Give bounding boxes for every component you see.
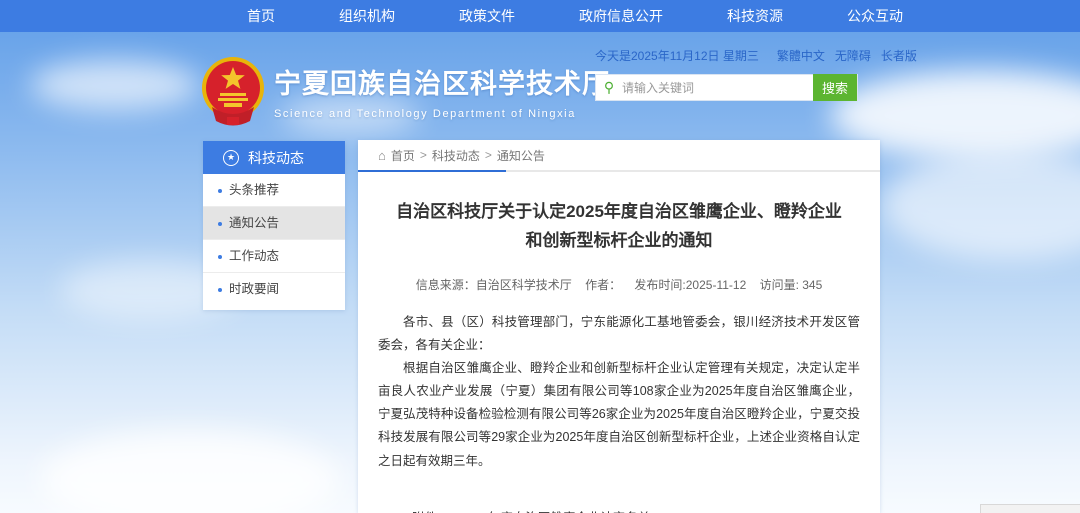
header-utilities: 今天是2025年11月12日 星期三 繁體中文 无障碍 长者版 ⚲ 搜索 xyxy=(595,47,865,101)
search-input[interactable] xyxy=(622,81,813,95)
breadcrumb-separator: > xyxy=(420,148,427,162)
article-title-line2: 和创新型标杆企业的通知 xyxy=(526,231,713,250)
breadcrumb-divider-accent xyxy=(358,170,506,172)
meta-author: 作者： xyxy=(585,278,621,292)
attachments-label: 附件： xyxy=(412,507,450,513)
home-icon: ⌂ xyxy=(378,148,386,163)
sidebar-item-label: 工作动态 xyxy=(229,249,279,263)
sidebar-title: 科技动态 xyxy=(248,148,304,168)
article-body: 各市、县（区）科技管理部门，宁东能源化工基地管委会，银川经济技术开发区管委会，各… xyxy=(378,311,860,473)
sidebar-item-work-news[interactable]: 工作动态 xyxy=(203,240,345,273)
breadcrumb-notices[interactable]: 通知公告 xyxy=(497,147,545,164)
breadcrumb-separator: > xyxy=(485,148,492,162)
search-button[interactable]: 搜索 xyxy=(813,74,857,101)
cloud-decoration xyxy=(880,150,1080,260)
star-circle-icon: ★ xyxy=(223,150,239,166)
today-date: 今天是2025年11月12日 星期三 xyxy=(595,47,759,64)
sidebar-item-label: 时政要闻 xyxy=(229,282,279,296)
site-title-block: 宁夏回族自治区科学技术厅 Science and Technology Depa… xyxy=(274,62,604,120)
site-subtitle: Science and Technology Department of Nin… xyxy=(274,108,604,120)
article-title-line1: 自治区科技厅关于认定2025年度自治区雏鹰企业、瞪羚企业 xyxy=(396,202,842,221)
attachments-block: 附件： 1.2025年度自治区雏鹰企业认定名单 2.2025年度自治区瞪羚企业认… xyxy=(412,507,860,513)
link-elder-version[interactable]: 长者版 xyxy=(881,47,917,64)
cloud-decoration xyxy=(40,430,340,513)
meta-publish-time: 发布时间:2025-11-12 xyxy=(634,278,746,292)
article-title: 自治区科技厅关于认定2025年度自治区雏鹰企业、瞪羚企业 和创新型标杆企业的通知 xyxy=(378,198,860,256)
sidebar-item-label: 通知公告 xyxy=(229,216,279,230)
article-paragraph: 各市、县（区）科技管理部门，宁东能源化工基地管委会，银川经济技术开发区管委会，各… xyxy=(378,311,860,357)
sidebar-item-notices[interactable]: 通知公告 xyxy=(203,207,345,240)
attachments-list: 1.2025年度自治区雏鹰企业认定名单 2.2025年度自治区瞪羚企业认定名单 … xyxy=(450,507,688,513)
breadcrumb-divider xyxy=(358,170,880,172)
attachment-link-1[interactable]: 1.2025年度自治区雏鹰企业认定名单 xyxy=(450,507,688,513)
breadcrumb: ⌂ 首页 > 科技动态 > 通知公告 xyxy=(378,140,860,170)
date-row: 今天是2025年11月12日 星期三 繁體中文 无障碍 长者版 xyxy=(595,47,865,64)
sidebar-item-politics-news[interactable]: 时政要闻 xyxy=(203,273,345,306)
bullet-icon xyxy=(218,288,222,292)
main-content-panel: ⌂ 首页 > 科技动态 > 通知公告 自治区科技厅关于认定2025年度自治区雏鹰… xyxy=(358,140,880,513)
national-emblem-icon xyxy=(200,55,266,127)
meta-visit-count: 访问量: 345 xyxy=(760,278,823,292)
article-meta: 信息来源：自治区科学技术厅 作者： 发布时间:2025-11-12 访问量: 3… xyxy=(378,276,860,293)
sidebar-item-headlines[interactable]: 头条推荐 xyxy=(203,174,345,207)
site-title: 宁夏回族自治区科学技术厅 xyxy=(274,62,604,101)
nav-item-gov-info[interactable]: 政府信息公开 xyxy=(547,0,695,32)
breadcrumb-tech-news[interactable]: 科技动态 xyxy=(432,147,480,164)
bullet-icon xyxy=(218,255,222,259)
search-bar: ⚲ 搜索 xyxy=(595,74,858,101)
sidebar-header: ★ 科技动态 xyxy=(203,141,345,174)
nav-item-resources[interactable]: 科技资源 xyxy=(695,0,815,32)
bullet-icon xyxy=(218,222,222,226)
meta-source: 信息来源：自治区科学技术厅 xyxy=(416,278,572,292)
site-header: 宁夏回族自治区科学技术厅 Science and Technology Depa… xyxy=(0,32,1080,140)
nav-item-organization[interactable]: 组织机构 xyxy=(307,0,427,32)
nav-item-interaction[interactable]: 公众互动 xyxy=(815,0,935,32)
top-nav: 首页 组织机构 政策文件 政府信息公开 科技资源 公众互动 xyxy=(0,0,1080,32)
breadcrumb-home[interactable]: 首页 xyxy=(391,147,415,164)
sidebar-item-label: 头条推荐 xyxy=(229,183,279,197)
nav-item-policy[interactable]: 政策文件 xyxy=(427,0,547,32)
sidebar: ★ 科技动态 头条推荐 通知公告 工作动态 时政要闻 xyxy=(203,141,345,310)
bullet-icon xyxy=(218,189,222,193)
bottom-corner-widget xyxy=(980,504,1080,513)
nav-item-home[interactable]: 首页 xyxy=(215,0,307,32)
link-accessibility[interactable]: 无障碍 xyxy=(835,47,871,64)
article-paragraph: 根据自治区雏鹰企业、瞪羚企业和创新型标杆企业认定管理有关规定，决定认定半亩良人农… xyxy=(378,357,860,473)
link-traditional-chinese[interactable]: 繁體中文 xyxy=(777,47,825,64)
search-icon: ⚲ xyxy=(596,79,622,96)
